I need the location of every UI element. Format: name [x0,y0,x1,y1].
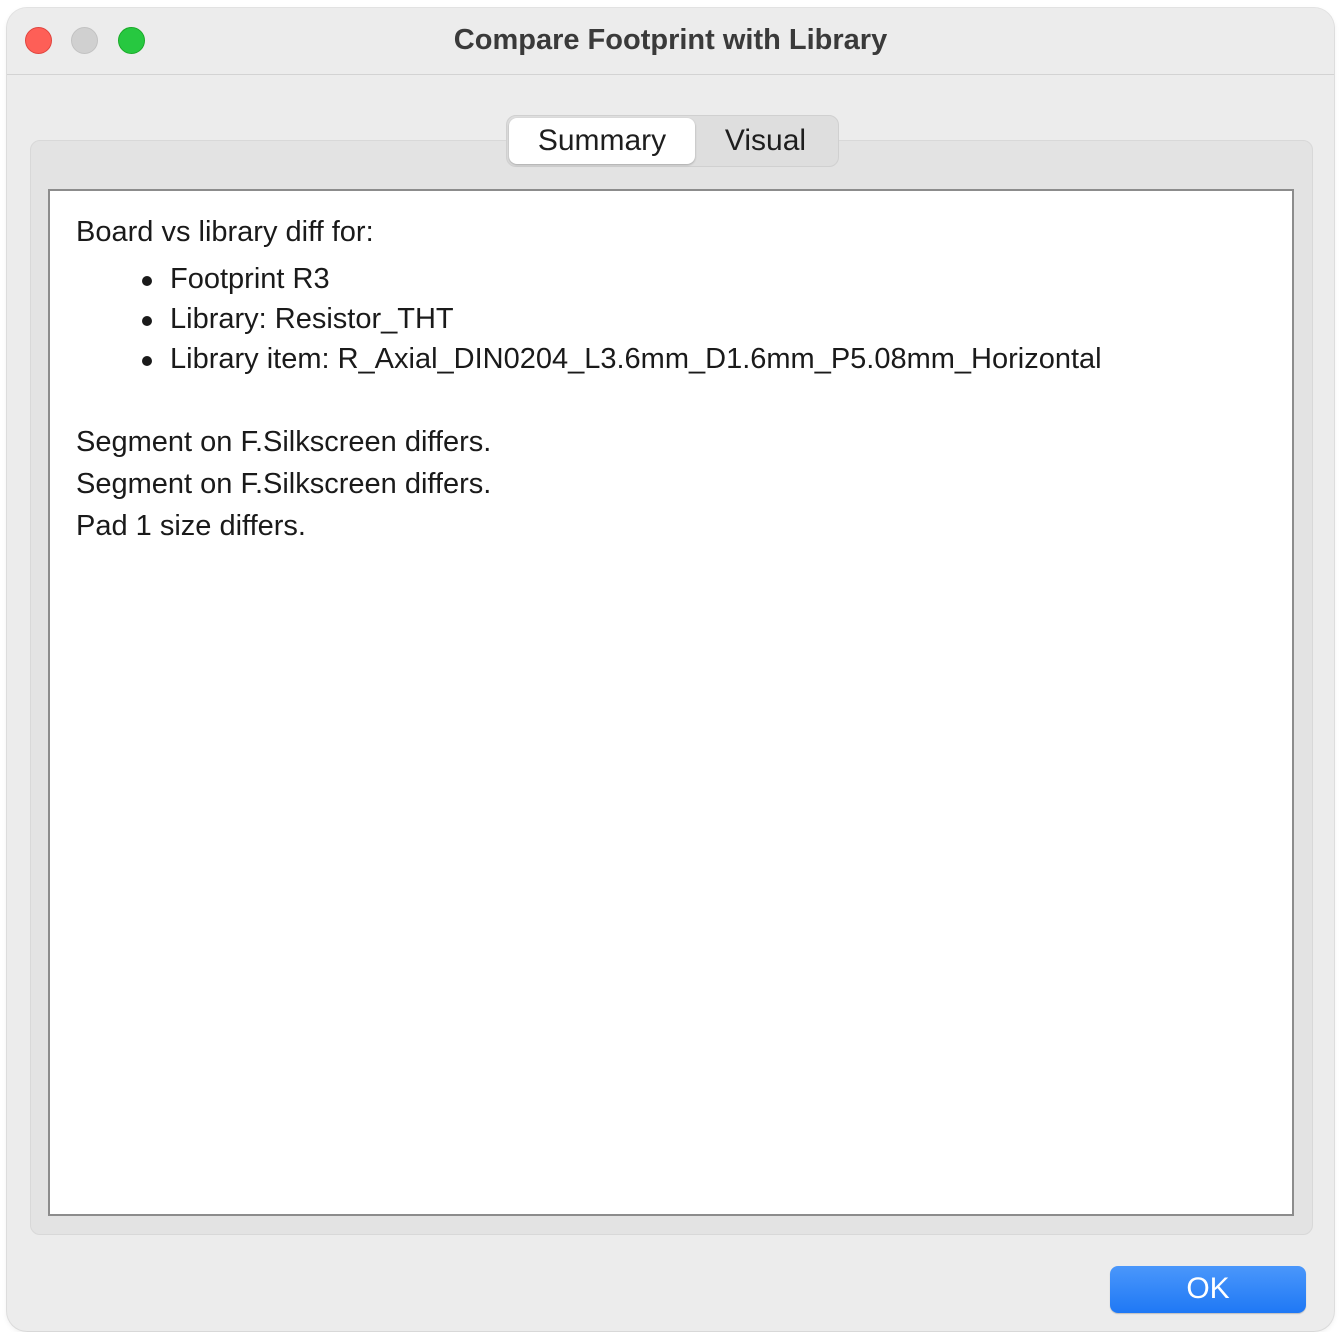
bullet-icon [142,356,152,366]
diff-target-list: Footprint R3 Library: Resistor_THT Libra… [76,259,1272,379]
summary-heading: Board vs library diff for: [76,216,374,248]
title-bar: Compare Footprint with Library [7,8,1334,75]
summary-text-area[interactable]: Board vs library diff for: Footprint R3 … [48,189,1294,1216]
diff-message: Segment on F.Silkscreen differs. [76,468,492,500]
bullet-icon [142,276,152,286]
list-item-text: Footprint R3 [170,263,330,295]
ok-button[interactable]: OK [1110,1266,1306,1313]
list-item: Footprint R3 [142,259,1272,299]
bullet-icon [142,316,152,326]
list-item-text: Library: Resistor_THT [170,303,454,335]
diff-messages: Segment on F.Silkscreen differs. Segment… [76,421,1272,547]
dialog-window: Compare Footprint with Library Summary V… [7,8,1334,1331]
window-title: Compare Footprint with Library [453,24,888,56]
tab-bar: Summary Visual [506,115,839,167]
list-item-text: Library item: R_Axial_DIN0204_L3.6mm_D1.… [170,343,1102,375]
list-item: Library: Resistor_THT [142,299,1272,339]
diff-message: Segment on F.Silkscreen differs. [76,426,492,458]
tab-summary[interactable]: Summary [509,118,695,164]
summary-content: Board vs library diff for: Footprint R3 … [76,211,1272,547]
tab-visual[interactable]: Visual [695,118,836,164]
list-item: Library item: R_Axial_DIN0204_L3.6mm_D1.… [142,339,1272,379]
diff-message: Pad 1 size differs. [76,510,306,542]
